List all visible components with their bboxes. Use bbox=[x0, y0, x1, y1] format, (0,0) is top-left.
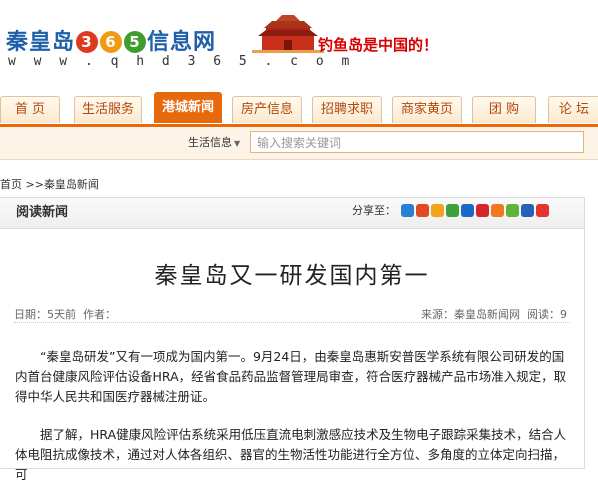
share-icon-4[interactable] bbox=[446, 204, 459, 217]
share-icon-7[interactable] bbox=[491, 204, 504, 217]
logo-text-left: 秦皇岛 bbox=[6, 30, 76, 55]
main-nav: 首 页 生活服务 港城新闻 房产信息 招聘求职 商家黄页 团 购 论 坛 bbox=[0, 92, 598, 127]
article-date: 日期：5天前 bbox=[14, 308, 76, 321]
share-icon-5[interactable] bbox=[461, 204, 474, 217]
logo-digit-1: 3 bbox=[76, 31, 99, 53]
logo-digit-3: 5 bbox=[124, 31, 147, 53]
breadcrumb: 首页 >>秦皇岛新闻 bbox=[0, 176, 99, 192]
panel-header: 阅读新闻 分享至： bbox=[0, 198, 584, 229]
article-reads: 阅读：9 bbox=[527, 308, 567, 321]
nav-tab-jobs[interactable]: 招聘求职 bbox=[312, 96, 382, 123]
share-icon-10[interactable] bbox=[536, 204, 549, 217]
share-icon-8[interactable] bbox=[506, 204, 519, 217]
site-header: 秦皇岛 3 6 5 信息网 w w w . q h d 3 6 5 . c o m 钓鱼… bbox=[0, 0, 598, 88]
nav-tab-life-services[interactable]: 生活服务 bbox=[74, 96, 142, 123]
share-icon-9[interactable] bbox=[521, 204, 534, 217]
nav-tab-city-news[interactable]: 港城新闻 bbox=[154, 92, 222, 123]
site-logo[interactable]: 秦皇岛 3 6 5 信息网 bbox=[6, 24, 216, 56]
article-paragraph: “秦皇岛研发”又有一项成为国内第一。9月24日，由秦皇岛惠斯安普医学系统有限公司… bbox=[15, 349, 567, 404]
breadcrumb-separator: >> bbox=[22, 178, 44, 191]
search-input[interactable]: 输入搜索关键词 bbox=[250, 131, 584, 153]
article-author: 作者： bbox=[83, 308, 116, 321]
breadcrumb-current-link[interactable]: 秦皇岛新闻 bbox=[44, 178, 99, 191]
share-icons bbox=[401, 204, 551, 223]
share-icon-1[interactable] bbox=[401, 204, 414, 217]
panel-title: 阅读新闻 bbox=[16, 205, 69, 220]
nav-tab-home[interactable]: 首 页 bbox=[0, 96, 60, 123]
chevron-down-icon: ▼ bbox=[234, 139, 241, 148]
nav-tab-forum[interactable]: 论 坛 bbox=[548, 96, 598, 123]
search-category-select[interactable]: 生活信息 ▼ bbox=[184, 133, 244, 153]
logo-url: w w w . q h d 3 6 5 . c o m bbox=[8, 54, 355, 69]
nav-tab-real-estate[interactable]: 房产信息 bbox=[232, 96, 302, 123]
search-category-label: 生活信息 bbox=[188, 136, 232, 149]
article-meta-right: 来源：秦皇岛新闻网 阅读：9 bbox=[421, 306, 567, 322]
nav-tab-business-directory[interactable]: 商家黄页 bbox=[392, 96, 462, 123]
article-meta-left: 日期：5天前 作者： bbox=[14, 306, 116, 322]
share-icon-6[interactable] bbox=[476, 204, 489, 217]
search-bar: 生活信息 ▼ 输入搜索关键词 bbox=[0, 127, 598, 160]
meta-divider bbox=[14, 322, 570, 323]
share-label: 分享至： bbox=[352, 204, 396, 217]
logo-text-right: 信息网 bbox=[147, 30, 217, 55]
article-source: 来源：秦皇岛新闻网 bbox=[421, 308, 520, 321]
logo-digit-2: 6 bbox=[100, 31, 123, 53]
slogan-text: 钓鱼岛是中国的！ bbox=[318, 36, 439, 54]
share-icon-2[interactable] bbox=[416, 204, 429, 217]
tiananmen-gate-icon bbox=[252, 15, 324, 53]
article-title: 秦皇岛又一研发国内第一 bbox=[154, 263, 430, 289]
nav-tab-group-buy[interactable]: 团 购 bbox=[472, 96, 536, 123]
breadcrumb-home-link[interactable]: 首页 bbox=[0, 178, 22, 191]
article-paragraph: 据了解，HRA健康风险评估系统采用低压直流电刺激感应技术及生物电子跟踪采集技术，… bbox=[15, 427, 567, 482]
share-icon-3[interactable] bbox=[431, 204, 444, 217]
